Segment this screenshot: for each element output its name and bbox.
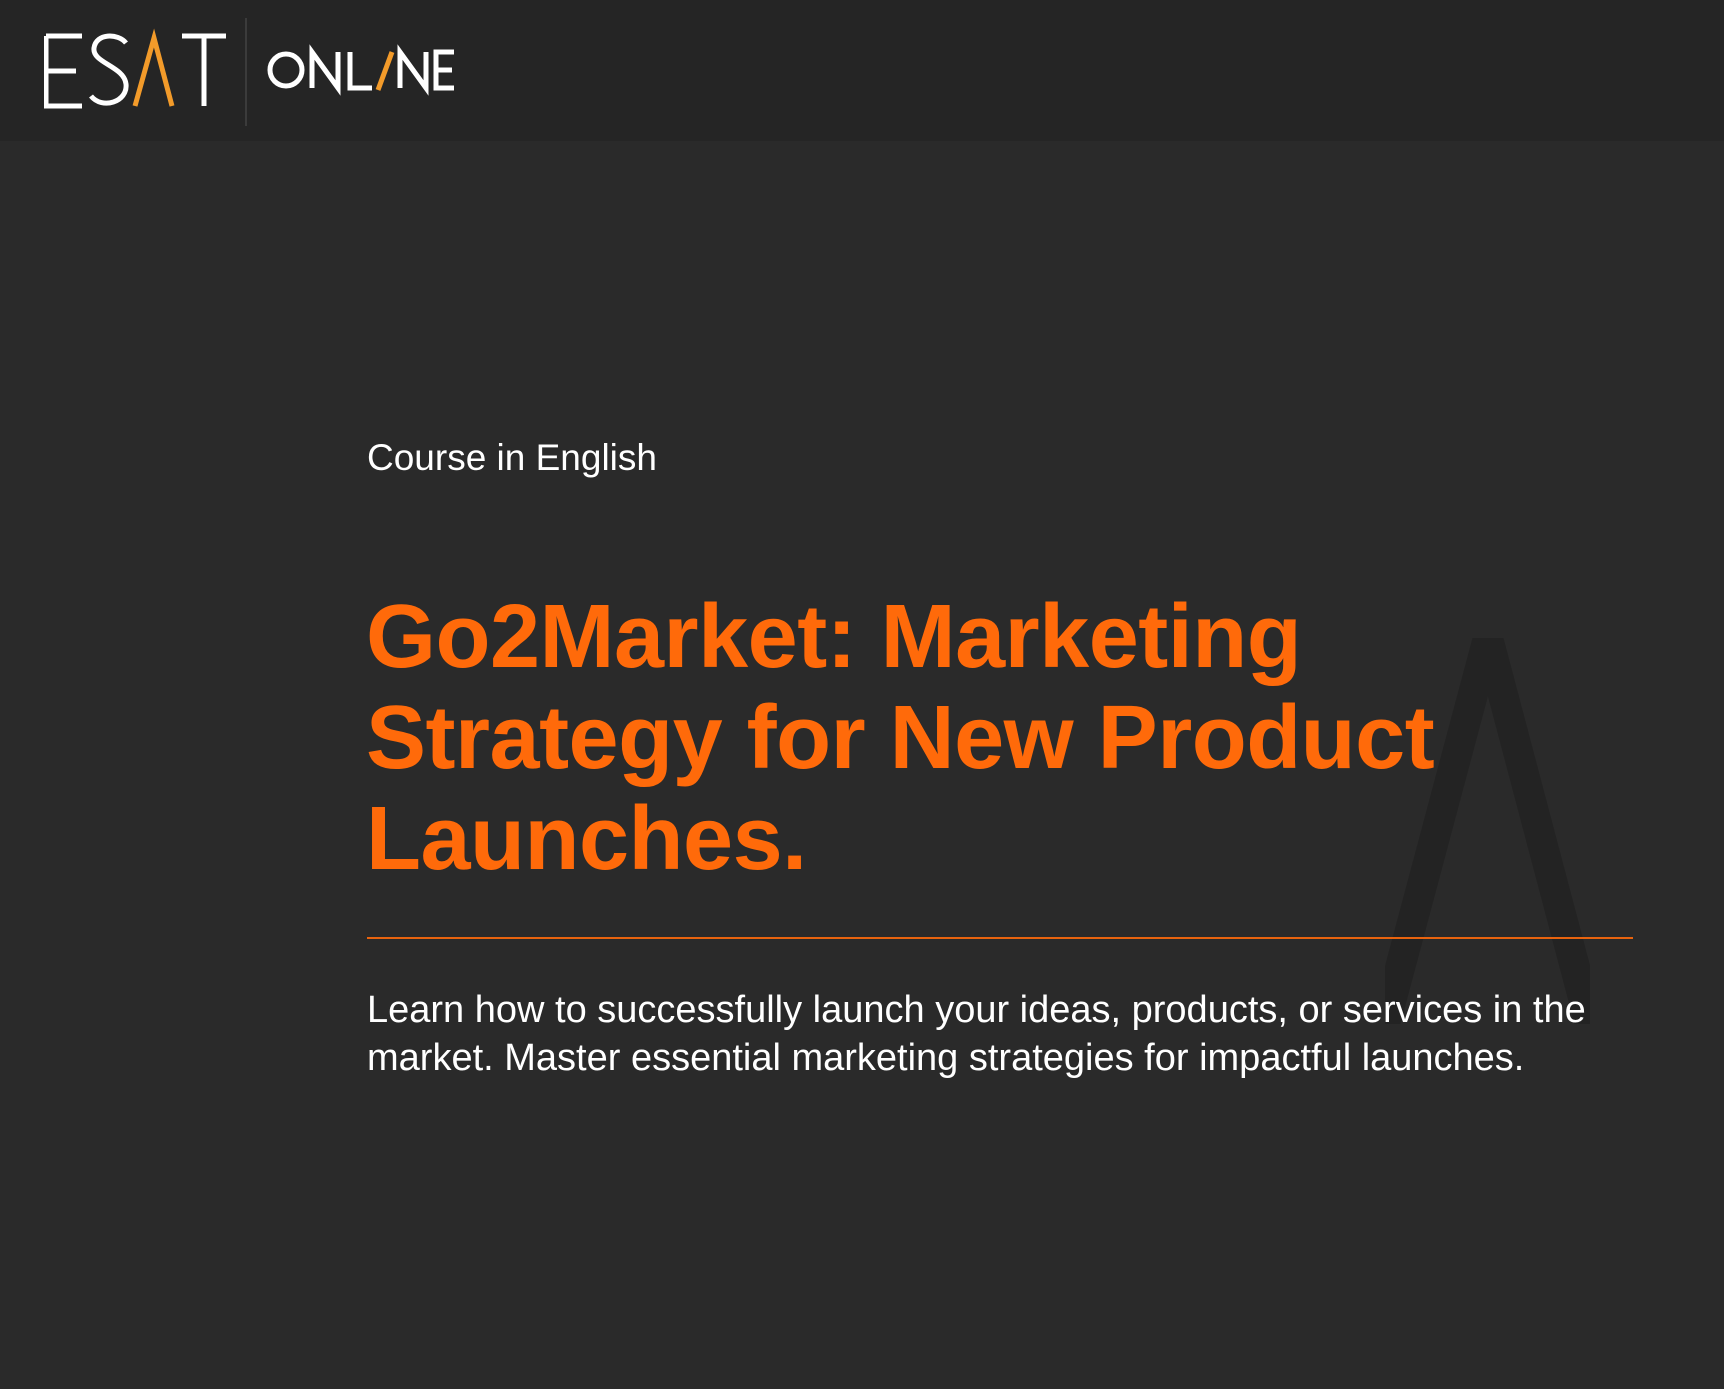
title-divider — [367, 937, 1633, 939]
esat-logo-icon — [44, 28, 226, 109]
online-logo-icon — [267, 44, 454, 96]
course-language: Course in English — [367, 437, 657, 478]
logo-divider — [245, 18, 247, 126]
site-header — [0, 0, 1724, 141]
course-title-line: Launches. — [366, 789, 807, 889]
course-title-line: Go2Market: Marketing — [366, 587, 1302, 687]
course-description: Learn how to successfully launch your id… — [367, 989, 1586, 1079]
course-title-line: Strategy for New Product — [366, 688, 1435, 788]
course-title: Go2Market: Marketing Strategy for New Pr… — [366, 587, 1666, 890]
